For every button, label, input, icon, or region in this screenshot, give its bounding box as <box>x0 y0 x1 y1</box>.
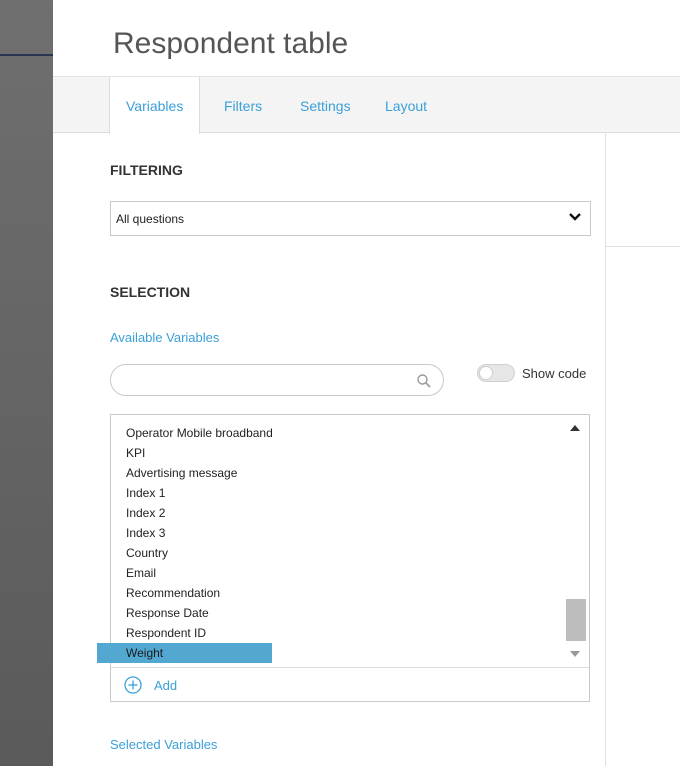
add-circle-icon[interactable] <box>124 676 142 694</box>
chevron-down-icon <box>569 213 581 221</box>
add-variable-row[interactable]: Add <box>111 667 589 702</box>
tab-filters[interactable]: Filters <box>224 77 262 132</box>
list-item[interactable]: Recommendation <box>111 583 561 603</box>
list-item[interactable]: Email <box>111 563 561 583</box>
panel-divider <box>605 132 606 766</box>
tab-variables[interactable]: Variables <box>109 77 201 134</box>
scroll-down-arrow-icon[interactable] <box>570 651 580 657</box>
tab-bar: Variables Filters Settings Layout <box>53 76 680 134</box>
variable-search[interactable] <box>110 364 444 396</box>
left-strip-accent <box>0 54 53 56</box>
search-icon[interactable] <box>416 373 432 389</box>
filtering-select-value: All questions <box>116 212 185 226</box>
tab-layout[interactable]: Layout <box>385 77 427 132</box>
add-button-label[interactable]: Add <box>154 678 177 693</box>
page-title: Respondent table <box>113 27 349 60</box>
list-item[interactable]: Index 3 <box>111 523 561 543</box>
selected-variables-label: Selected Variables <box>110 737 218 752</box>
available-variables-label: Available Variables <box>110 330 220 345</box>
list-item[interactable]: KPI <box>111 443 561 463</box>
toggle-knob <box>479 366 493 380</box>
list-item[interactable]: Index 2 <box>111 503 561 523</box>
variable-list-items: Operator Mobile broadband KPI Advertisin… <box>97 423 561 663</box>
scroll-up-arrow-icon[interactable] <box>570 425 580 431</box>
scrollbar-thumb[interactable] <box>566 599 586 641</box>
list-item[interactable]: Advertising message <box>111 463 561 483</box>
app-left-strip <box>0 0 53 766</box>
page-header: Respondent table <box>53 0 680 76</box>
tab-settings[interactable]: Settings <box>300 77 351 132</box>
filtering-heading: FILTERING <box>110 162 183 178</box>
list-item[interactable]: Index 1 <box>111 483 561 503</box>
list-item-selected[interactable]: Weight <box>97 643 272 663</box>
list-item[interactable]: Operator Mobile broadband <box>111 423 561 443</box>
filtering-select[interactable]: All questions <box>110 201 591 236</box>
show-code-label: Show code <box>522 366 587 381</box>
selection-heading: SELECTION <box>110 284 191 300</box>
list-scrollbar[interactable] <box>564 415 588 667</box>
available-variables-list: Operator Mobile broadband KPI Advertisin… <box>97 414 590 702</box>
list-item[interactable]: Response Date <box>111 603 561 623</box>
show-code-toggle[interactable] <box>477 364 515 382</box>
list-item[interactable]: Respondent ID <box>111 623 561 643</box>
right-panel-separator <box>606 246 680 247</box>
list-item[interactable]: Country <box>111 543 561 563</box>
variable-search-input[interactable] <box>125 371 409 391</box>
